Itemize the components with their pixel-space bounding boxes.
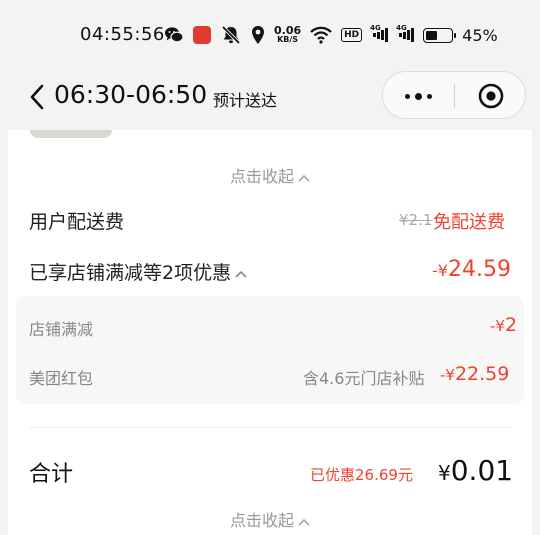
mute-icon: [220, 25, 242, 45]
battery-icon: [423, 27, 457, 43]
discount-total: -¥24.59: [432, 257, 511, 282]
mini-program-capsule: [382, 71, 526, 119]
nav-bar: 06:30-06:50 预计送达: [0, 68, 540, 130]
total-value: 0.01: [450, 454, 514, 487]
network-speed: 0.06 KB/S: [274, 24, 302, 44]
more-dot-icon: [414, 92, 422, 100]
net-speed-unit: KB/S: [277, 35, 299, 44]
discount-detail-panel: 店铺满减 -¥2 美团红包 含4.6元门店补贴 -¥22.59: [16, 296, 524, 404]
red-packet-value: 22.59: [454, 363, 510, 385]
wechat-icon: [164, 26, 184, 44]
wifi-icon: [310, 26, 332, 44]
discount-total-value: 24.59: [447, 257, 511, 282]
store-discount-label: 店铺满减: [29, 320, 94, 339]
total-yen: ¥: [438, 461, 451, 485]
discount-summary-label: 已享店铺满减等2项优惠: [29, 262, 232, 284]
status-bar: 04:55:56 0.06 KB/S HD 4G 4G 45%: [0, 0, 540, 68]
app-notification-icon: [193, 26, 211, 44]
battery-percent: 45%: [462, 25, 498, 45]
net-speed-value: 0.06: [274, 24, 302, 37]
collapse-label: 点击收起: [229, 511, 294, 530]
bottom-collapse-toggle[interactable]: 点击收起: [8, 507, 532, 530]
delivery-fee-original: ¥2.1: [399, 211, 433, 229]
more-dot-icon: [404, 93, 410, 99]
signal-2-icon: 4G: [396, 24, 415, 43]
hd-badge: HD: [341, 28, 363, 42]
back-button[interactable]: [26, 82, 48, 112]
collapse-label: 点击收起: [229, 167, 294, 186]
divider: [29, 427, 511, 428]
chevron-left-icon: [30, 84, 44, 110]
close-mini-program-button[interactable]: [455, 72, 527, 120]
discount-summary-toggle[interactable]: 已享店铺满减等2项优惠: [29, 258, 247, 285]
order-price-card: 点击收起 用户配送费 ¥2.1 免配送费 已享店铺满减等2项优惠 -¥24.59…: [8, 130, 532, 535]
delivery-time-caption: 预计送达: [213, 91, 278, 110]
saved-amount: 已优惠26.69元: [310, 466, 413, 484]
more-dot-icon: [426, 93, 432, 99]
chevron-up-icon: [298, 518, 310, 526]
discount-total-yen: ¥: [437, 261, 448, 280]
chevron-up-icon: [298, 174, 310, 182]
signal-2-type: 4G: [396, 24, 407, 32]
target-close-icon: [478, 83, 504, 109]
location-icon: [251, 25, 265, 45]
signal-1-type: 4G: [370, 24, 381, 32]
delivery-fee-label: 用户配送费: [29, 211, 125, 233]
red-packet-label: 美团红包: [29, 369, 94, 388]
red-packet-subsidy-note: 含4.6元门店补贴: [303, 369, 425, 388]
collapse-toggle[interactable]: 点击收起: [8, 163, 532, 186]
more-button[interactable]: [383, 72, 453, 120]
signal-1-icon: 4G: [370, 24, 389, 43]
store-discount-amount: -¥2: [490, 314, 517, 336]
total-label: 合计: [29, 462, 74, 487]
free-delivery-badge: 免配送费: [433, 212, 505, 233]
total-amount: ¥0.01: [438, 454, 513, 487]
store-discount-yen: ¥: [495, 317, 505, 335]
status-icons: 0.06 KB/S HD 4G 4G 45%: [164, 22, 498, 48]
status-time: 04:55:56: [80, 24, 165, 45]
red-packet-yen: ¥: [445, 366, 455, 384]
battery-level: [426, 30, 437, 40]
chevron-up-icon: [235, 270, 247, 278]
red-packet-amount: -¥22.59: [440, 363, 509, 385]
product-thumbnail: [30, 130, 112, 138]
store-discount-value: 2: [504, 314, 518, 336]
delivery-time-window: 06:30-06:50: [54, 80, 208, 109]
